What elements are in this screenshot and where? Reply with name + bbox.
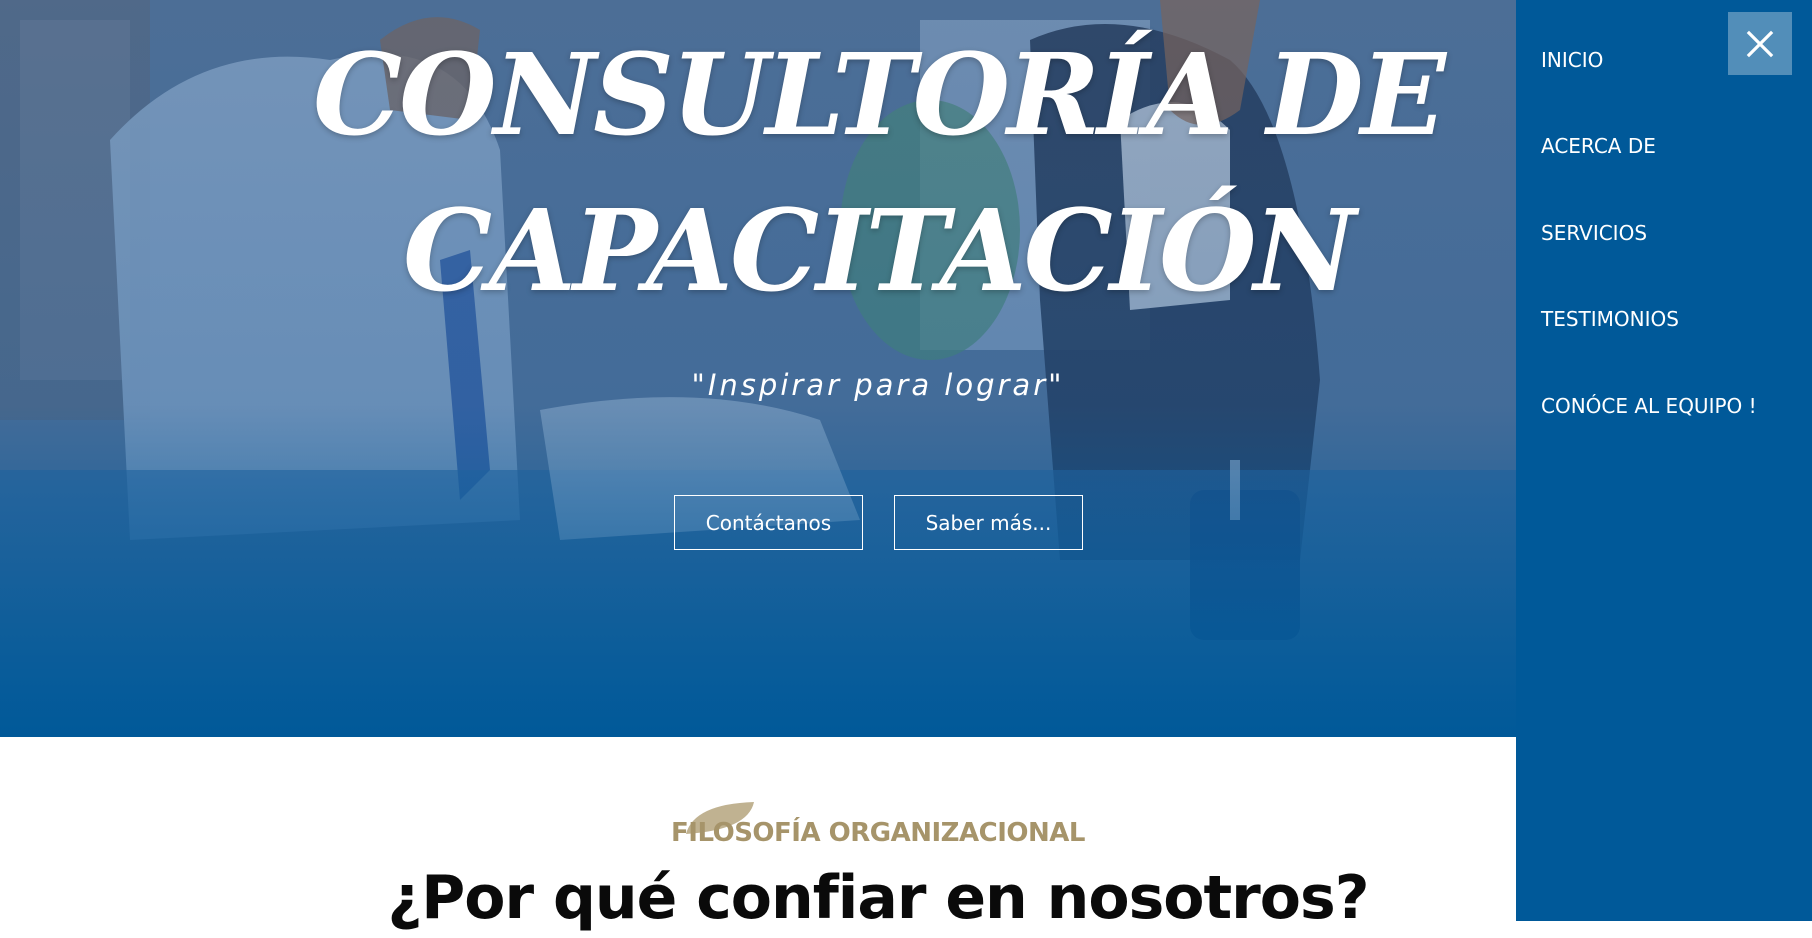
close-icon bbox=[1746, 30, 1774, 57]
contact-button[interactable]: Contáctanos bbox=[674, 495, 863, 550]
hero-title-line-1: CONSULTORÍA DE bbox=[312, 30, 1446, 161]
nav-item-testimonios[interactable]: TESTIMONIOS bbox=[1541, 307, 1679, 331]
hero-section: CONSULTORÍA DE CAPACITACIÓN "Inspirar pa… bbox=[0, 0, 1516, 737]
hero-title-line-2: CAPACITACIÓN bbox=[402, 186, 1356, 317]
section-heading: ¿Por qué confiar en nosotros? bbox=[387, 863, 1369, 933]
hero-title: CONSULTORÍA DE CAPACITACIÓN bbox=[0, 18, 1516, 330]
side-navigation-panel: INICIO ACERCA DE SERVICIOS TESTIMONIOS C… bbox=[1516, 0, 1812, 921]
nav-item-conoce-al-equipo[interactable]: CONÓCE AL EQUIPO ! bbox=[1541, 394, 1757, 418]
nav-item-acerca-de[interactable]: ACERCA DE bbox=[1541, 134, 1656, 158]
hero-tagline: "Inspirar para lograr" bbox=[691, 368, 1065, 402]
learn-more-button[interactable]: Saber más... bbox=[894, 495, 1083, 550]
section-kicker: FILOSOFÍA ORGANIZACIONAL bbox=[671, 818, 1085, 848]
close-menu-button[interactable] bbox=[1728, 12, 1792, 75]
nav-item-inicio[interactable]: INICIO bbox=[1541, 48, 1603, 72]
nav-item-servicios[interactable]: SERVICIOS bbox=[1541, 221, 1647, 245]
